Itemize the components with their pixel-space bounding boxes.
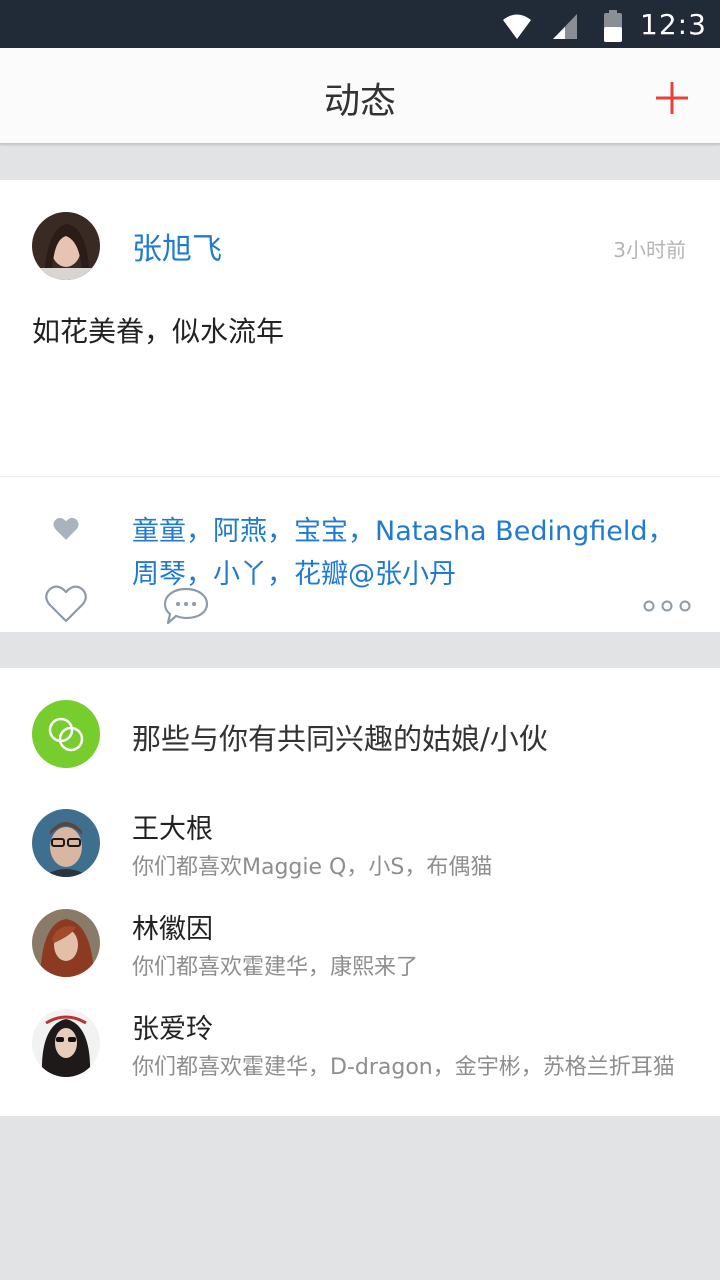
more-options-icon[interactable] (642, 598, 692, 614)
add-icon[interactable] (652, 78, 692, 118)
recommend-card: 那些与你有共同兴趣的姑娘/小伙 王大根 你们都喜欢Maggie Q，小S，布偶猫 (0, 668, 720, 1116)
avatar (32, 1009, 100, 1077)
shared-interests: 你们都喜欢Maggie Q，小S，布偶猫 (132, 855, 493, 880)
heart-outline-icon[interactable] (44, 584, 88, 624)
avatar (32, 909, 100, 977)
post-card: 张旭飞 3小时前 如花美眷，似水流年 童童，阿燕，宝宝，Natasha Bedi… (0, 180, 720, 632)
avatar (32, 809, 100, 877)
shared-interests: 你们都喜欢霍建华，D-dragon，金宇彬，苏格兰折耳猫 (132, 1055, 675, 1080)
post-author-name[interactable]: 张旭飞 (132, 224, 222, 268)
user-name: 张爱玲 (132, 1014, 213, 1045)
interest-circles-icon (32, 700, 100, 768)
user-name: 林徽因 (132, 914, 213, 945)
status-time: 12:3 (640, 8, 707, 41)
post-time: 3小时前 (613, 238, 686, 262)
list-item[interactable]: 张爱玲 你们都喜欢霍建华，D-dragon，金宇彬，苏格兰折耳猫 (0, 1009, 720, 1109)
shared-interests: 你们都喜欢霍建华，康熙来了 (132, 955, 419, 980)
list-item[interactable]: 王大根 你们都喜欢Maggie Q，小S，布偶猫 (0, 809, 720, 909)
signal-icon (553, 14, 577, 39)
recommend-title: 那些与你有共同兴趣的姑娘/小伙 (132, 722, 548, 756)
author-avatar[interactable] (32, 212, 100, 280)
battery-icon (604, 10, 622, 42)
post-content: 如花美眷，似水流年 (32, 315, 285, 348)
wifi-icon (503, 14, 531, 39)
page-title: 动态 (323, 81, 396, 122)
divider (0, 476, 720, 477)
app-header: 动态 (0, 48, 720, 144)
status-bar: 12:3 (0, 0, 720, 48)
liked-by-list[interactable]: 童童，阿燕，宝宝，Natasha Bedingfield，周琴，小丫，花瓣@张小… (132, 510, 692, 596)
user-name: 王大根 (132, 814, 213, 845)
list-item[interactable]: 林徽因 你们都喜欢霍建华，康熙来了 (0, 909, 720, 1009)
heart-filled-icon (53, 517, 79, 540)
